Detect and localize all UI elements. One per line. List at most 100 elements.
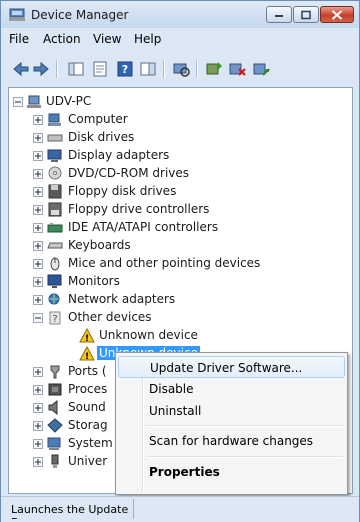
collapse-icon[interactable] <box>13 97 23 107</box>
status-cell: Launches the Update D <box>9 499 134 519</box>
tree-category-label: Monitors <box>68 274 120 288</box>
usb-controller-icon <box>51 454 59 468</box>
svg-text:?: ? <box>52 314 57 325</box>
tree-category-label: Univer <box>68 454 108 468</box>
expand-icon[interactable] <box>33 169 43 179</box>
floppy-controller-icon <box>48 202 62 217</box>
close-button[interactable] <box>320 6 354 23</box>
console-tree-icon[interactable] <box>66 59 86 79</box>
menu-action[interactable]: Action <box>43 32 81 46</box>
network-adapter-icon <box>48 293 60 305</box>
expand-icon[interactable] <box>33 151 43 161</box>
dvd-drive-icon <box>48 166 62 180</box>
ports-icon <box>50 365 60 379</box>
menu-item-label: Uninstall <box>149 404 202 418</box>
expand-icon[interactable] <box>33 385 43 395</box>
toolbar-separator <box>56 60 58 78</box>
floppy-drive-icon <box>48 184 62 199</box>
expand-icon[interactable] <box>33 295 43 305</box>
menu-file[interactable]: File <box>9 32 29 46</box>
expand-icon[interactable] <box>33 277 43 287</box>
svg-text:!: ! <box>85 352 89 361</box>
expand-icon[interactable] <box>33 259 43 269</box>
expand-icon[interactable] <box>33 205 43 215</box>
menu-item-label: Disable <box>149 382 194 396</box>
menu-item-properties[interactable]: Properties <box>118 461 345 483</box>
menu-item-uninstall[interactable]: Uninstall <box>118 400 345 422</box>
tree-category-label: Computer <box>68 112 128 126</box>
menu-view[interactable]: View <box>93 32 121 46</box>
menu-item-scan-hardware[interactable]: Scan for hardware changes <box>118 430 345 452</box>
tree-category-label: Proces <box>68 382 108 396</box>
display-adapter-icon <box>47 149 62 162</box>
menu-bar: File Action View Help <box>1 29 359 49</box>
expand-icon[interactable] <box>33 187 43 197</box>
scan-hardware-icon[interactable] <box>171 59 191 79</box>
svg-text:!: ! <box>85 334 89 343</box>
computer-icon <box>48 113 61 126</box>
close-icon <box>331 9 343 20</box>
other-devices-icon: ? <box>49 311 61 325</box>
tree-category-label: Display adapters <box>68 148 170 162</box>
expand-icon[interactable] <box>33 133 43 143</box>
collapse-icon[interactable] <box>33 313 43 323</box>
update-driver-icon[interactable] <box>204 59 224 79</box>
toolbar-separator <box>196 60 198 78</box>
menu-item-label: Update Driver Software... <box>150 361 303 375</box>
tree-device-label: Unknown device <box>99 328 198 342</box>
help-icon[interactable]: ? <box>115 59 135 79</box>
menu-item-label: Scan for hardware changes <box>149 434 314 448</box>
disable-device-icon[interactable] <box>227 59 247 79</box>
device-manager-window: Device Manager File Action View Help ? U… <box>0 0 360 522</box>
computer-icon <box>27 95 41 108</box>
expand-icon[interactable] <box>33 439 43 449</box>
disk-drive-icon <box>47 134 63 142</box>
speaker-icon <box>48 400 58 415</box>
tree-category-label: Floppy disk drives <box>68 184 177 198</box>
menu-item-update-driver[interactable]: Update Driver Software... <box>118 356 345 378</box>
tree-category-label: Ports ( <box>68 364 107 378</box>
tree-category-label: Other devices <box>68 310 152 324</box>
menu-item-label: Properties <box>149 465 220 479</box>
maximize-icon <box>301 10 311 19</box>
system-devices-icon <box>47 437 61 450</box>
ide-controller-icon <box>47 223 63 233</box>
title-bar[interactable]: Device Manager <box>1 1 359 28</box>
uninstall-device-icon[interactable] <box>251 59 271 79</box>
tree-category-label: Mice and other pointing devices <box>68 256 261 270</box>
warning-device-icon: ! <box>79 346 95 361</box>
tree-category-label: Sound <box>68 400 106 414</box>
properties-icon[interactable] <box>90 59 110 79</box>
show-hide-icon[interactable] <box>138 59 158 79</box>
toolbar: ? <box>1 53 359 87</box>
menu-help[interactable]: Help <box>134 32 161 46</box>
mouse-icon <box>50 257 60 271</box>
status-text: Launches the Update D <box>11 503 129 519</box>
back-icon[interactable] <box>11 59 31 79</box>
expand-icon[interactable] <box>33 367 43 377</box>
expand-icon[interactable] <box>33 241 43 251</box>
expand-icon[interactable] <box>33 403 43 413</box>
tree-category-label: System <box>68 436 113 450</box>
tree-category-label: Storag <box>68 418 108 432</box>
monitor-icon <box>47 274 62 288</box>
window-title: Device Manager <box>31 8 129 22</box>
tree-category-label: Floppy drive controllers <box>68 202 210 216</box>
keyboard-icon <box>47 242 63 249</box>
menu-separator <box>146 456 343 458</box>
expand-icon[interactable] <box>33 457 43 467</box>
storage-controller-icon <box>47 418 63 433</box>
menu-item-disable[interactable]: Disable <box>118 378 345 400</box>
minimize-button[interactable] <box>266 6 292 23</box>
maximize-button[interactable] <box>293 6 319 23</box>
tree-root-label: UDV-PC <box>46 94 92 108</box>
expand-icon[interactable] <box>33 421 43 431</box>
processor-icon <box>48 383 62 396</box>
expand-icon[interactable] <box>33 115 43 125</box>
status-bar: Launches the Update D <box>1 496 359 522</box>
toolbar-separator <box>163 60 165 78</box>
tree-category-label: Disk drives <box>68 130 135 144</box>
tree-category-label: DVD/CD-ROM drives <box>68 166 190 180</box>
forward-icon[interactable] <box>31 59 51 79</box>
expand-icon[interactable] <box>33 223 43 233</box>
